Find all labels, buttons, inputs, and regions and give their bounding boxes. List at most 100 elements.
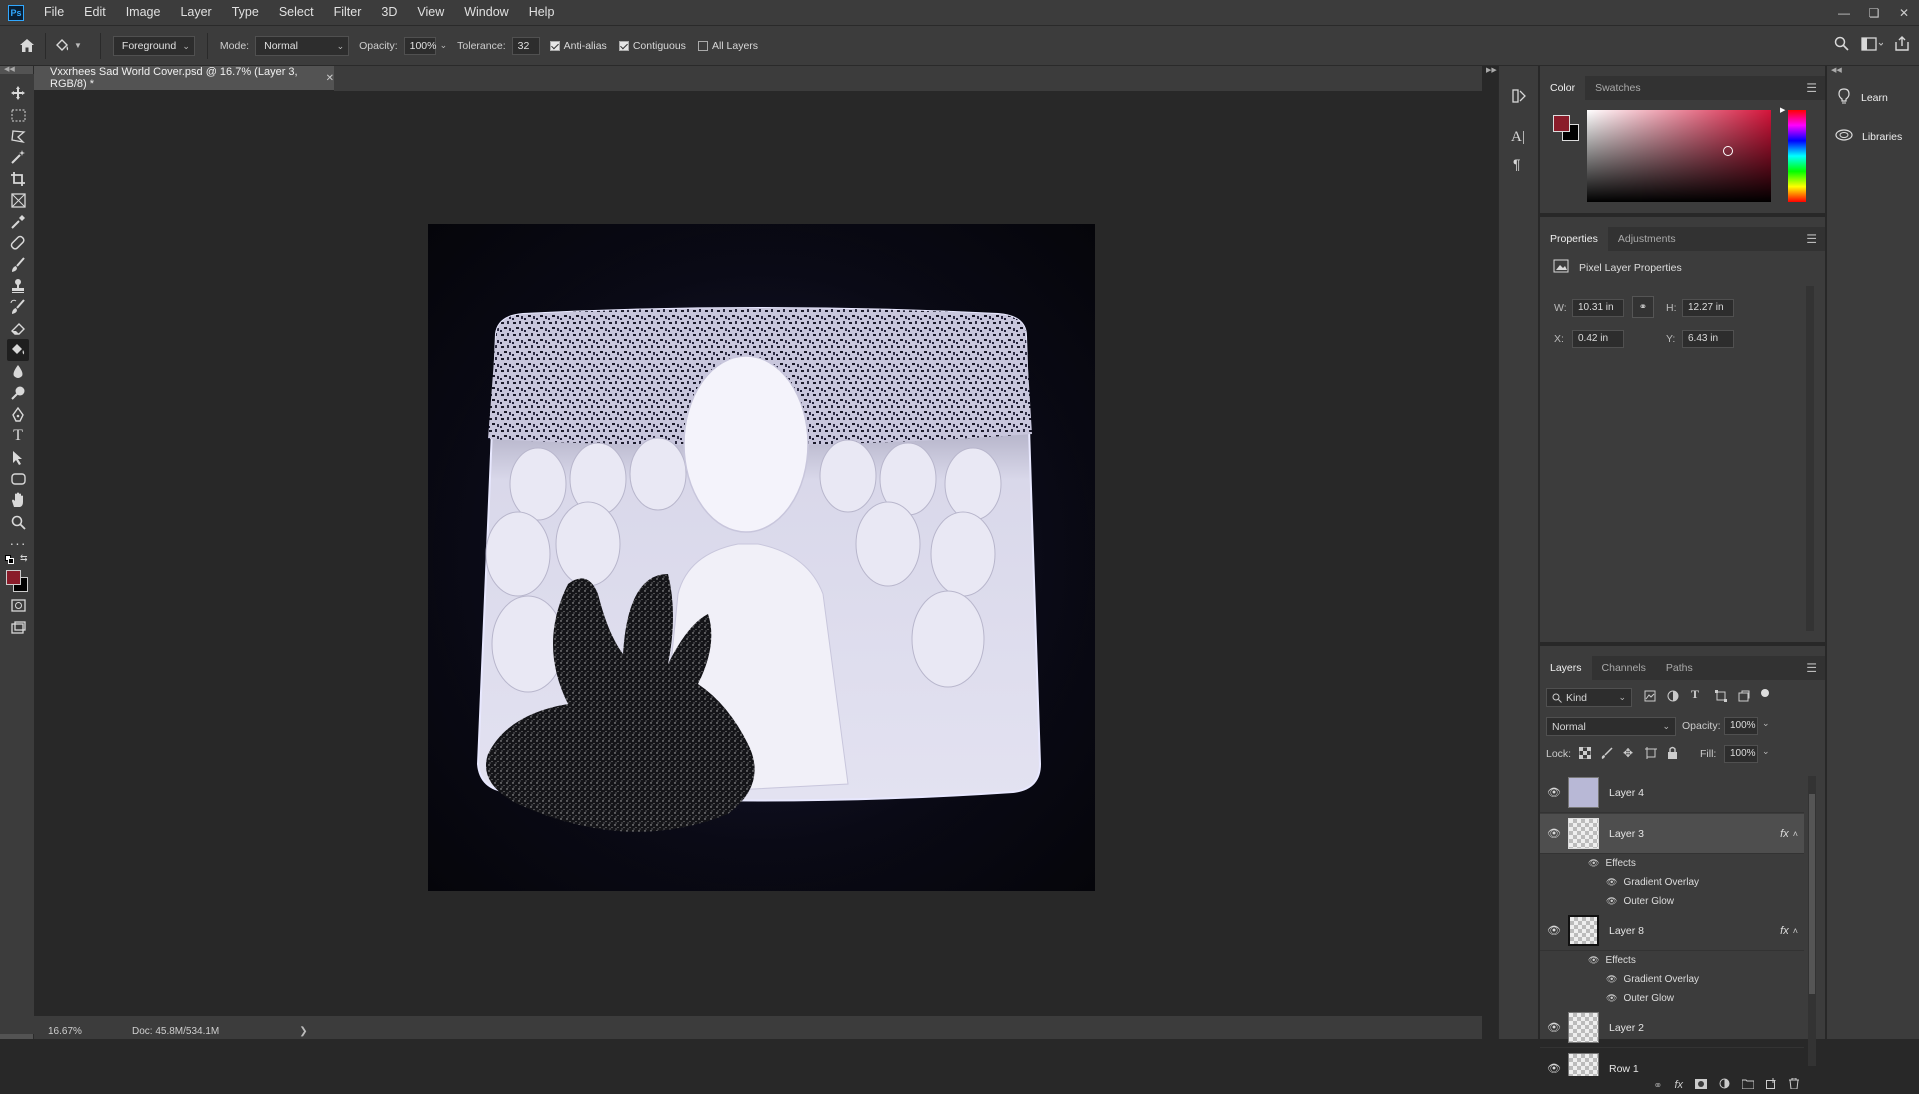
- lock-transparent-icon[interactable]: [1578, 746, 1592, 762]
- panel-menu-icon[interactable]: ☰: [1806, 232, 1817, 246]
- lasso-tool-icon[interactable]: [7, 125, 29, 147]
- visibility-eye-icon[interactable]: 👁: [1588, 955, 1599, 966]
- path-selection-tool-icon[interactable]: [7, 447, 29, 469]
- zoom-tool-icon[interactable]: [7, 511, 29, 533]
- layer-row-3[interactable]: 👁 Layer 3 fx ˄: [1540, 814, 1804, 854]
- tab-adjustments[interactable]: Adjustments: [1608, 227, 1686, 251]
- menu-layer[interactable]: Layer: [170, 0, 221, 25]
- clone-stamp-tool-icon[interactable]: [7, 275, 29, 297]
- effects-group[interactable]: 👁 Effects: [1540, 951, 1804, 970]
- properties-scrollbar[interactable]: [1806, 286, 1814, 631]
- hand-tool-icon[interactable]: [7, 489, 29, 511]
- quick-mask-icon[interactable]: [7, 594, 29, 616]
- new-group-icon[interactable]: [1741, 1079, 1755, 1092]
- eraser-tool-icon[interactable]: [7, 318, 29, 340]
- menu-filter[interactable]: Filter: [324, 0, 372, 25]
- filter-toggle-icon[interactable]: [1761, 689, 1769, 697]
- document-canvas[interactable]: [428, 224, 1095, 891]
- home-icon[interactable]: [17, 38, 37, 53]
- gradient-overlay-effect[interactable]: 👁 Gradient Overlay: [1540, 970, 1804, 989]
- blur-tool-icon[interactable]: [7, 361, 29, 383]
- opacity-input[interactable]: 100%: [403, 36, 436, 55]
- hue-slider[interactable]: [1788, 110, 1806, 202]
- x-field[interactable]: 0.42 in: [1572, 330, 1624, 348]
- healing-brush-tool-icon[interactable]: [7, 232, 29, 254]
- crop-tool-icon[interactable]: [7, 168, 29, 190]
- fill-source-select[interactable]: Foreground ⌄: [112, 35, 195, 56]
- lock-position-icon[interactable]: ✥: [1623, 746, 1633, 760]
- lock-artboard-icon[interactable]: [1645, 747, 1657, 762]
- character-panel-icon[interactable]: A|: [1511, 129, 1525, 146]
- outer-glow-effect[interactable]: 👁 Outer Glow: [1540, 989, 1804, 1008]
- paint-bucket-tool-icon[interactable]: [7, 339, 29, 361]
- layer-opacity-input[interactable]: 100%: [1724, 717, 1758, 735]
- link-layers-icon[interactable]: ⚭: [1653, 1079, 1662, 1092]
- type-filter-icon[interactable]: T: [1691, 687, 1699, 702]
- panel-menu-icon[interactable]: ☰: [1806, 661, 1817, 675]
- layer-name[interactable]: Layer 8: [1609, 925, 1780, 937]
- menu-help[interactable]: Help: [519, 0, 565, 25]
- layer-name[interactable]: Row 1: [1609, 1063, 1804, 1075]
- collapse-dock-icon[interactable]: ◀◀: [1831, 66, 1842, 74]
- type-tool-icon[interactable]: T: [7, 425, 29, 447]
- y-field[interactable]: 6.43 in: [1682, 330, 1734, 348]
- status-expand-icon[interactable]: ❯: [299, 1026, 307, 1037]
- height-field[interactable]: 12.27 in: [1682, 299, 1734, 317]
- workspace-icon[interactable]: [1861, 36, 1884, 54]
- menu-view[interactable]: View: [407, 0, 454, 25]
- hue-slider-pointer-icon[interactable]: ▶: [1780, 106, 1785, 114]
- menu-file[interactable]: File: [34, 0, 74, 25]
- smart-object-filter-icon[interactable]: [1738, 690, 1750, 705]
- screen-mode-icon[interactable]: [7, 616, 29, 638]
- tolerance-input[interactable]: 32: [511, 36, 540, 55]
- gradient-overlay-effect[interactable]: 👁 Gradient Overlay: [1540, 873, 1804, 892]
- libraries-button[interactable]: Libraries: [1835, 129, 1902, 144]
- mode-select[interactable]: Normal ⌄: [255, 35, 350, 56]
- tab-color[interactable]: Color: [1540, 76, 1586, 100]
- visibility-eye-icon[interactable]: 👁: [1540, 786, 1568, 799]
- swap-colors-icon[interactable]: ⇆: [20, 553, 28, 564]
- color-picker-handle[interactable]: [1723, 146, 1733, 156]
- collapse-toolbar-icon[interactable]: ◀◀: [4, 65, 15, 73]
- menu-type[interactable]: Type: [222, 0, 269, 25]
- chevron-up-icon[interactable]: ˄: [1793, 926, 1798, 936]
- foreground-color-swatch[interactable]: [6, 570, 21, 585]
- link-dimensions-icon[interactable]: ⚭: [1632, 296, 1654, 318]
- zoom-level[interactable]: 16.67%: [48, 1026, 118, 1037]
- document-tab[interactable]: Vxxrhees Sad World Cover.psd @ 16.7% (La…: [34, 66, 334, 91]
- panel-menu-icon[interactable]: ☰: [1806, 81, 1817, 95]
- learn-button[interactable]: Learn: [1837, 88, 1888, 107]
- layer-row-4[interactable]: 👁 Layer 4: [1540, 773, 1804, 813]
- visibility-eye-icon[interactable]: 👁: [1540, 1062, 1568, 1075]
- layer-name[interactable]: Layer 4: [1609, 787, 1804, 799]
- horizontal-scrollbar[interactable]: [34, 1016, 1482, 1024]
- contiguous-checkbox[interactable]: Contiguous: [618, 40, 686, 52]
- layer-fx-badge[interactable]: fx: [1780, 925, 1789, 937]
- menu-edit[interactable]: Edit: [74, 0, 116, 25]
- fg-color-chip[interactable]: [1553, 115, 1570, 132]
- layer-fx-badge[interactable]: fx: [1780, 828, 1789, 840]
- tab-layers[interactable]: Layers: [1540, 656, 1592, 680]
- search-icon[interactable]: [1834, 36, 1849, 54]
- width-field[interactable]: 10.31 in: [1572, 299, 1624, 317]
- more-tools-icon[interactable]: ···: [7, 532, 29, 554]
- visibility-eye-icon[interactable]: 👁: [1540, 827, 1568, 840]
- chevron-down-icon[interactable]: ⌄: [1762, 718, 1770, 729]
- paragraph-panel-icon[interactable]: ¶: [1513, 156, 1521, 172]
- anti-alias-checkbox[interactable]: Anti-alias: [549, 40, 607, 52]
- new-adjustment-icon[interactable]: [1719, 1078, 1730, 1092]
- tab-paths[interactable]: Paths: [1656, 656, 1703, 680]
- chevron-up-icon[interactable]: ˄: [1793, 829, 1798, 839]
- add-style-icon[interactable]: fx: [1674, 1079, 1683, 1091]
- add-mask-icon[interactable]: [1695, 1078, 1707, 1092]
- layer-name[interactable]: Layer 2: [1609, 1022, 1804, 1034]
- menu-3d[interactable]: 3D: [371, 0, 407, 25]
- color-field[interactable]: [1587, 110, 1771, 202]
- menu-window[interactable]: Window: [454, 0, 518, 25]
- share-icon[interactable]: [1895, 36, 1909, 54]
- blend-mode-select[interactable]: Normal ⌄: [1546, 717, 1676, 736]
- tab-channels[interactable]: Channels: [1592, 656, 1656, 680]
- visibility-eye-icon[interactable]: 👁: [1540, 1021, 1568, 1034]
- move-tool-icon[interactable]: [7, 82, 29, 104]
- pen-tool-icon[interactable]: [7, 404, 29, 426]
